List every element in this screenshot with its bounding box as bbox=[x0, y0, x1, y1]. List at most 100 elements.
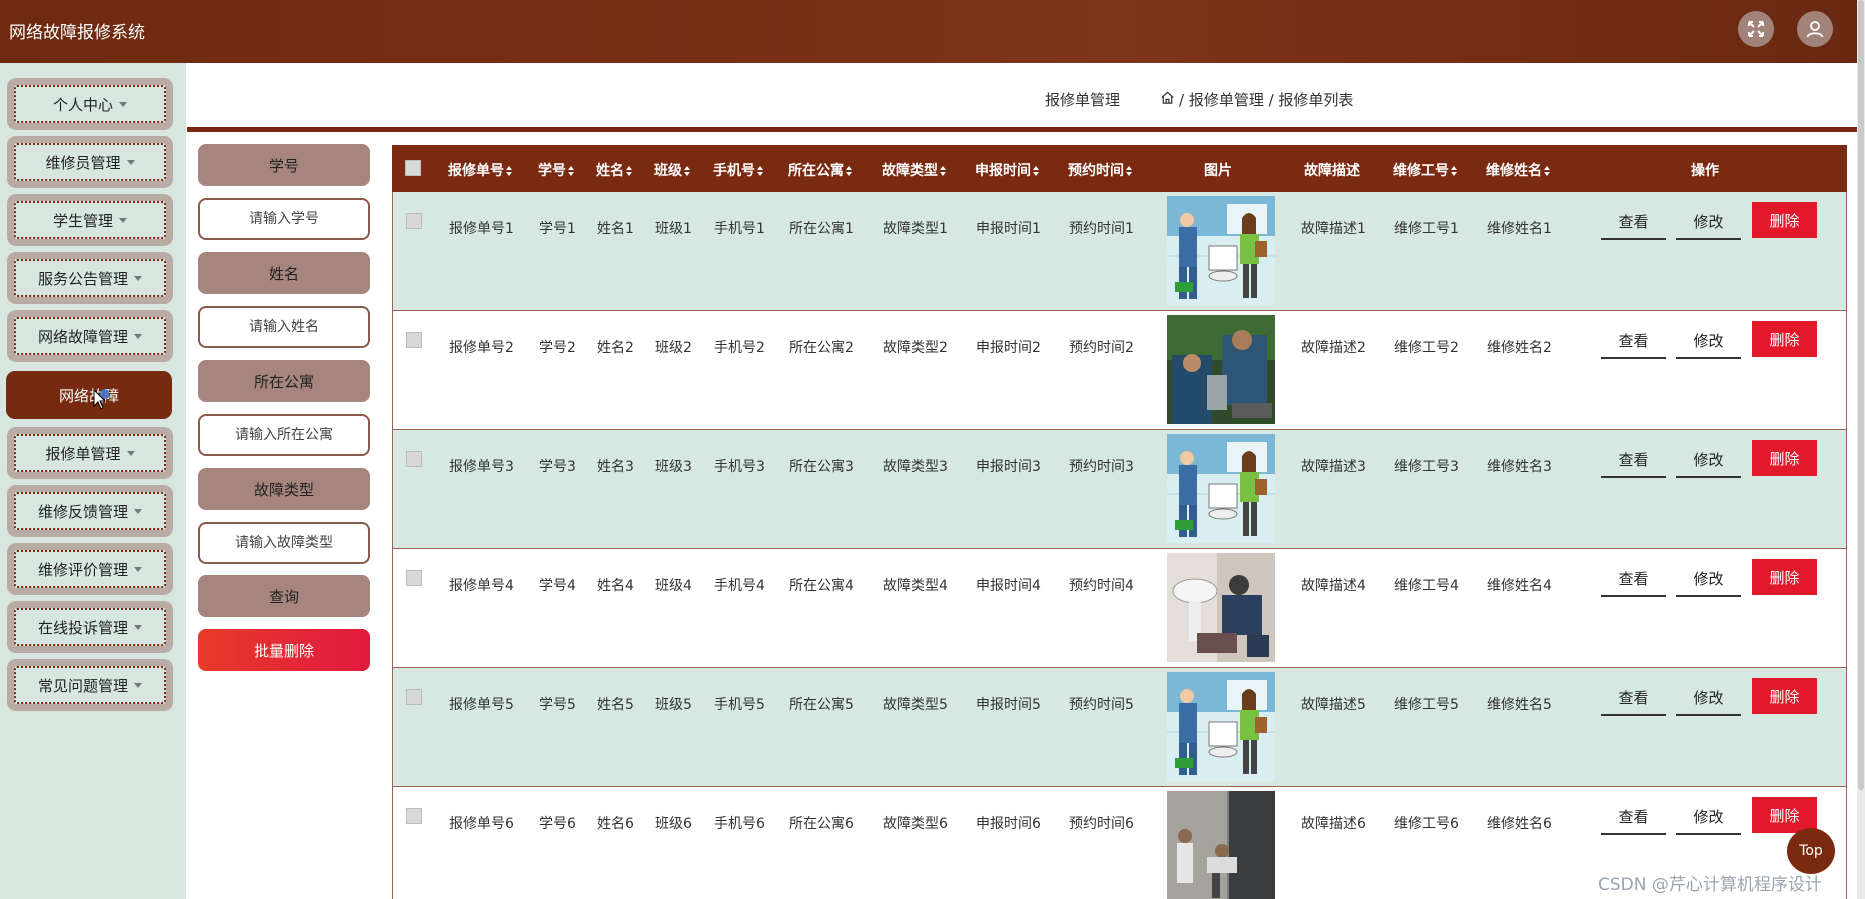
col-header-order-no[interactable]: 报修单号 bbox=[448, 160, 513, 180]
repair-order-table: 报修单号 学号 姓名 班级 手机号 所在公寓 故障类型 申报时间 预约时间 图片… bbox=[392, 145, 1847, 899]
edit-button[interactable]: 修改 bbox=[1676, 680, 1741, 716]
view-button[interactable]: 查看 bbox=[1601, 204, 1666, 240]
student-id-input[interactable] bbox=[198, 198, 370, 240]
cell-description: 故障描述3 bbox=[1301, 459, 1366, 475]
sort-icon bbox=[506, 166, 512, 176]
sidebar-item-label: 网络故障管理 bbox=[37, 327, 128, 346]
sidebar-item-faq-mgmt[interactable]: 常见问题管理 bbox=[7, 659, 173, 711]
cell-order-no: 报修单号4 bbox=[449, 578, 514, 594]
sidebar-item-personal-center[interactable]: 个人中心 bbox=[7, 78, 173, 130]
row-checkbox[interactable] bbox=[406, 213, 422, 229]
repair-image[interactable] bbox=[1167, 315, 1275, 424]
sort-icon bbox=[940, 166, 946, 176]
col-header-worker-id[interactable]: 维修工号 bbox=[1393, 160, 1458, 180]
cell-class: 班级5 bbox=[655, 697, 692, 713]
repair-image[interactable] bbox=[1167, 196, 1275, 305]
delete-button[interactable]: 删除 bbox=[1752, 202, 1817, 238]
col-header-class[interactable]: 班级 bbox=[654, 160, 691, 180]
row-checkbox[interactable] bbox=[406, 570, 422, 586]
cell-name: 姓名1 bbox=[597, 221, 634, 237]
delete-button[interactable]: 删除 bbox=[1752, 440, 1817, 476]
view-button[interactable]: 查看 bbox=[1601, 680, 1666, 716]
row-checkbox[interactable] bbox=[406, 689, 422, 705]
breadcrumb-trail: / 报修单管理 / 报修单列表 bbox=[1179, 91, 1354, 109]
edit-button[interactable]: 修改 bbox=[1676, 442, 1741, 478]
sidebar-item-feedback-mgmt[interactable]: 维修反馈管理 bbox=[7, 485, 173, 537]
watermark: CSDN @芹心计算机程序设计 bbox=[1598, 875, 1822, 895]
sort-icon bbox=[1451, 166, 1457, 176]
batch-delete-button[interactable]: 批量删除 bbox=[198, 629, 370, 671]
repair-image[interactable] bbox=[1167, 553, 1275, 662]
col-header-apartment[interactable]: 所在公寓 bbox=[788, 160, 853, 180]
edit-button[interactable]: 修改 bbox=[1676, 204, 1741, 240]
sidebar-item-rating-mgmt[interactable]: 维修评价管理 bbox=[7, 543, 173, 595]
repair-image[interactable] bbox=[1167, 791, 1275, 899]
cell-worker-name: 维修姓名6 bbox=[1487, 816, 1552, 832]
query-button[interactable]: 查询 bbox=[198, 575, 370, 617]
select-all-checkbox[interactable] bbox=[405, 160, 421, 176]
delete-button[interactable]: 删除 bbox=[1752, 559, 1817, 595]
sort-icon bbox=[684, 166, 690, 176]
col-header-name[interactable]: 姓名 bbox=[596, 160, 633, 180]
cell-phone: 手机号1 bbox=[714, 221, 765, 237]
page-scrollbar-thumb[interactable] bbox=[1858, 0, 1864, 790]
cell-student-id: 学号3 bbox=[539, 459, 576, 475]
cell-class: 班级2 bbox=[655, 340, 692, 356]
cell-phone: 手机号2 bbox=[714, 340, 765, 356]
view-button[interactable]: 查看 bbox=[1601, 442, 1666, 478]
repair-image[interactable] bbox=[1167, 434, 1275, 543]
sidebar-item-repair-order-mgmt[interactable]: 报修单管理 bbox=[7, 427, 173, 479]
delete-button[interactable]: 删除 bbox=[1752, 321, 1817, 357]
row-checkbox[interactable] bbox=[406, 451, 422, 467]
caret-down-icon bbox=[134, 275, 142, 281]
caret-down-icon bbox=[119, 101, 127, 107]
view-button[interactable]: 查看 bbox=[1601, 323, 1666, 359]
cell-phone: 手机号4 bbox=[714, 578, 765, 594]
row-checkbox[interactable] bbox=[406, 808, 422, 824]
sidebar-item-repairman-mgmt[interactable]: 维修员管理 bbox=[7, 136, 173, 188]
col-header-phone[interactable]: 手机号 bbox=[713, 160, 764, 180]
cell-description: 故障描述2 bbox=[1301, 340, 1366, 356]
table-row: 报修单号5 学号5 姓名5 班级5 手机号5 所在公寓5 故障类型5 申报时间5 预约时间5 故障… bbox=[392, 668, 1847, 787]
sidebar-item-fault-mgmt[interactable]: 网络故障管理 bbox=[7, 310, 173, 362]
edit-button[interactable]: 修改 bbox=[1676, 799, 1741, 835]
col-header-student-id[interactable]: 学号 bbox=[538, 160, 575, 180]
delete-button[interactable]: 删除 bbox=[1752, 678, 1817, 714]
cell-fault-type: 故障类型1 bbox=[883, 221, 948, 237]
sidebar-item-complaint-mgmt[interactable]: 在线投诉管理 bbox=[7, 601, 173, 653]
cell-appointment-time: 预约时间1 bbox=[1069, 221, 1134, 237]
cell-description: 故障描述6 bbox=[1301, 816, 1366, 832]
sidebar-item-notice-mgmt[interactable]: 服务公告管理 bbox=[7, 252, 173, 304]
edit-button[interactable]: 修改 bbox=[1676, 561, 1741, 597]
view-button[interactable]: 查看 bbox=[1601, 799, 1666, 835]
table-header: 报修单号 学号 姓名 班级 手机号 所在公寓 故障类型 申报时间 预约时间 图片… bbox=[392, 145, 1847, 192]
back-to-top-button[interactable]: Top bbox=[1787, 828, 1835, 874]
cell-apartment: 所在公寓1 bbox=[789, 221, 854, 237]
apartment-input[interactable] bbox=[198, 414, 370, 456]
cell-order-no: 报修单号1 bbox=[449, 221, 514, 237]
view-button[interactable]: 查看 bbox=[1601, 561, 1666, 597]
fullscreen-button[interactable] bbox=[1738, 11, 1774, 47]
app-title: 网络故障报修系统 bbox=[9, 23, 145, 43]
fault-type-input[interactable] bbox=[198, 522, 370, 564]
home-icon[interactable] bbox=[1160, 90, 1175, 109]
col-header-report-time[interactable]: 申报时间 bbox=[975, 160, 1040, 180]
col-header-worker-name[interactable]: 维修姓名 bbox=[1486, 160, 1551, 180]
row-checkbox[interactable] bbox=[406, 332, 422, 348]
col-header-appointment-time[interactable]: 预约时间 bbox=[1068, 160, 1133, 180]
student-id-label: 学号 bbox=[198, 144, 370, 186]
sidebar-item-network-fault[interactable]: 网络故障 bbox=[6, 371, 172, 419]
cell-worker-name: 维修姓名4 bbox=[1487, 578, 1552, 594]
user-avatar-button[interactable] bbox=[1797, 11, 1833, 47]
cell-order-no: 报修单号2 bbox=[449, 340, 514, 356]
sidebar-item-student-mgmt[interactable]: 学生管理 bbox=[7, 194, 173, 246]
cell-worker-name: 维修姓名1 bbox=[1487, 221, 1552, 237]
cell-order-no: 报修单号6 bbox=[449, 816, 514, 832]
edit-button[interactable]: 修改 bbox=[1676, 323, 1741, 359]
name-input[interactable] bbox=[198, 306, 370, 348]
sidebar-item-label: 在线投诉管理 bbox=[37, 618, 128, 637]
col-header-fault-type[interactable]: 故障类型 bbox=[882, 160, 947, 180]
repair-image[interactable] bbox=[1167, 672, 1275, 781]
cell-appointment-time: 预约时间3 bbox=[1069, 459, 1134, 475]
cell-report-time: 申报时间4 bbox=[976, 578, 1041, 594]
